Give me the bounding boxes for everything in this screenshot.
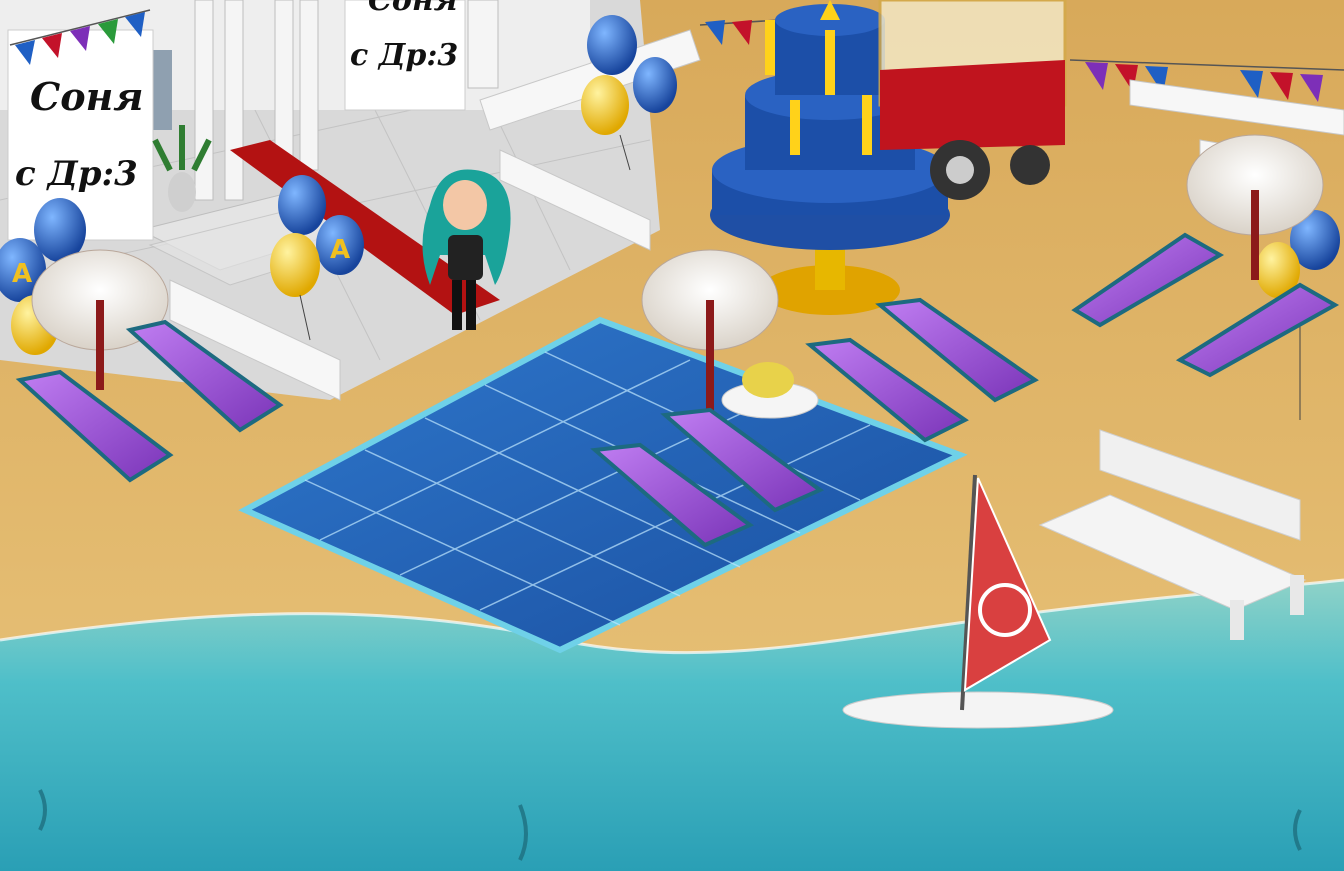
game-scene[interactable]: Соня с Др:3 Соня с Др:3 А А: [0, 0, 1344, 871]
banner-left-line1: Соня: [30, 74, 144, 119]
balloon-letter: А: [330, 235, 350, 265]
banner-left-line2: с Др:3: [15, 154, 138, 194]
banner-right-line2: с Др:3: [350, 38, 458, 73]
party-banner-right: Соня с Др:3: [344, 0, 466, 111]
balloon-letter: А: [12, 259, 32, 289]
banner-right-line1: Соня: [368, 0, 458, 18]
